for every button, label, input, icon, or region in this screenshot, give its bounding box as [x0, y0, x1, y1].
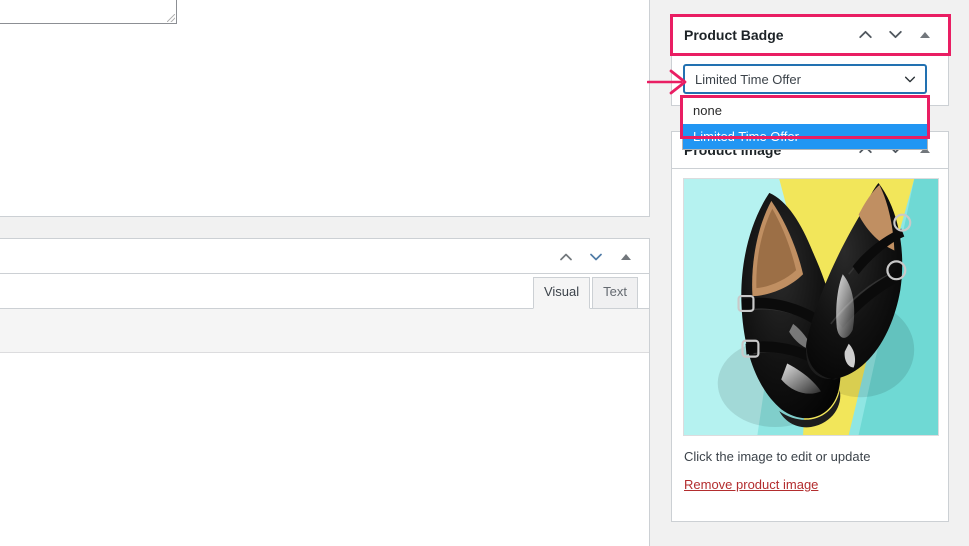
editor-metabox-controls	[553, 239, 639, 274]
editor-mode-tabs: Visual Text	[532, 277, 638, 309]
remove-product-image-link[interactable]: Remove product image	[684, 477, 818, 492]
move-down-button[interactable]	[583, 244, 609, 270]
product-badge-select-wrap: Limited Time Offer	[683, 64, 927, 94]
chevron-down-icon	[590, 253, 602, 260]
badge-move-down-button[interactable]	[882, 22, 908, 48]
screen-root: Visual Text Product Badge Limited Time O…	[0, 0, 969, 546]
editor-tabs-row: Visual Text	[0, 274, 649, 309]
product-thumbnail[interactable]	[683, 178, 939, 436]
chevron-down-icon	[888, 30, 902, 39]
editor-toolbar[interactable]	[0, 309, 649, 353]
product-badge-panel: Product Badge Limited Time Offer	[671, 16, 949, 106]
tab-visual[interactable]: Visual	[532, 277, 591, 309]
editor-canvas[interactable]	[0, 353, 649, 546]
resize-grip-icon[interactable]	[167, 14, 175, 22]
product-image-caption: Click the image to edit or update	[684, 449, 871, 464]
upper-metabox	[0, 0, 650, 217]
badge-collapse-toggle-button[interactable]	[912, 22, 938, 48]
collapse-toggle-button[interactable]	[613, 244, 639, 270]
main-content-column: Visual Text	[0, 0, 651, 546]
editor-metabox: Visual Text	[0, 238, 650, 546]
editor-metabox-header	[0, 239, 649, 274]
excerpt-textarea[interactable]	[0, 0, 177, 24]
badge-move-up-button[interactable]	[852, 22, 878, 48]
product-badge-panel-title: Product Badge	[684, 27, 784, 43]
sidebar-column: Product Badge Limited Time Offer Product…	[671, 0, 969, 546]
tab-text[interactable]: Text	[592, 277, 638, 309]
triangle-toggle-icon	[920, 31, 930, 38]
product-badge-dropdown-list[interactable]: none Limited Time Offer	[682, 97, 928, 150]
product-badge-panel-header: Product Badge	[672, 17, 948, 54]
triangle-toggle-icon	[621, 253, 631, 260]
product-thumbnail-image	[684, 179, 938, 435]
dropdown-option-limited-time-offer[interactable]: Limited Time Offer	[683, 123, 927, 149]
dropdown-option-none[interactable]: none	[683, 98, 927, 124]
product-badge-select-value: Limited Time Offer	[695, 71, 801, 87]
product-badge-panel-controls	[852, 17, 938, 52]
chevron-up-icon	[858, 30, 872, 39]
product-image-panel: Product image Click the image to edit or…	[671, 131, 949, 522]
move-up-button[interactable]	[553, 244, 579, 270]
product-badge-select[interactable]: Limited Time Offer	[683, 64, 927, 94]
chevron-up-icon	[560, 253, 572, 260]
